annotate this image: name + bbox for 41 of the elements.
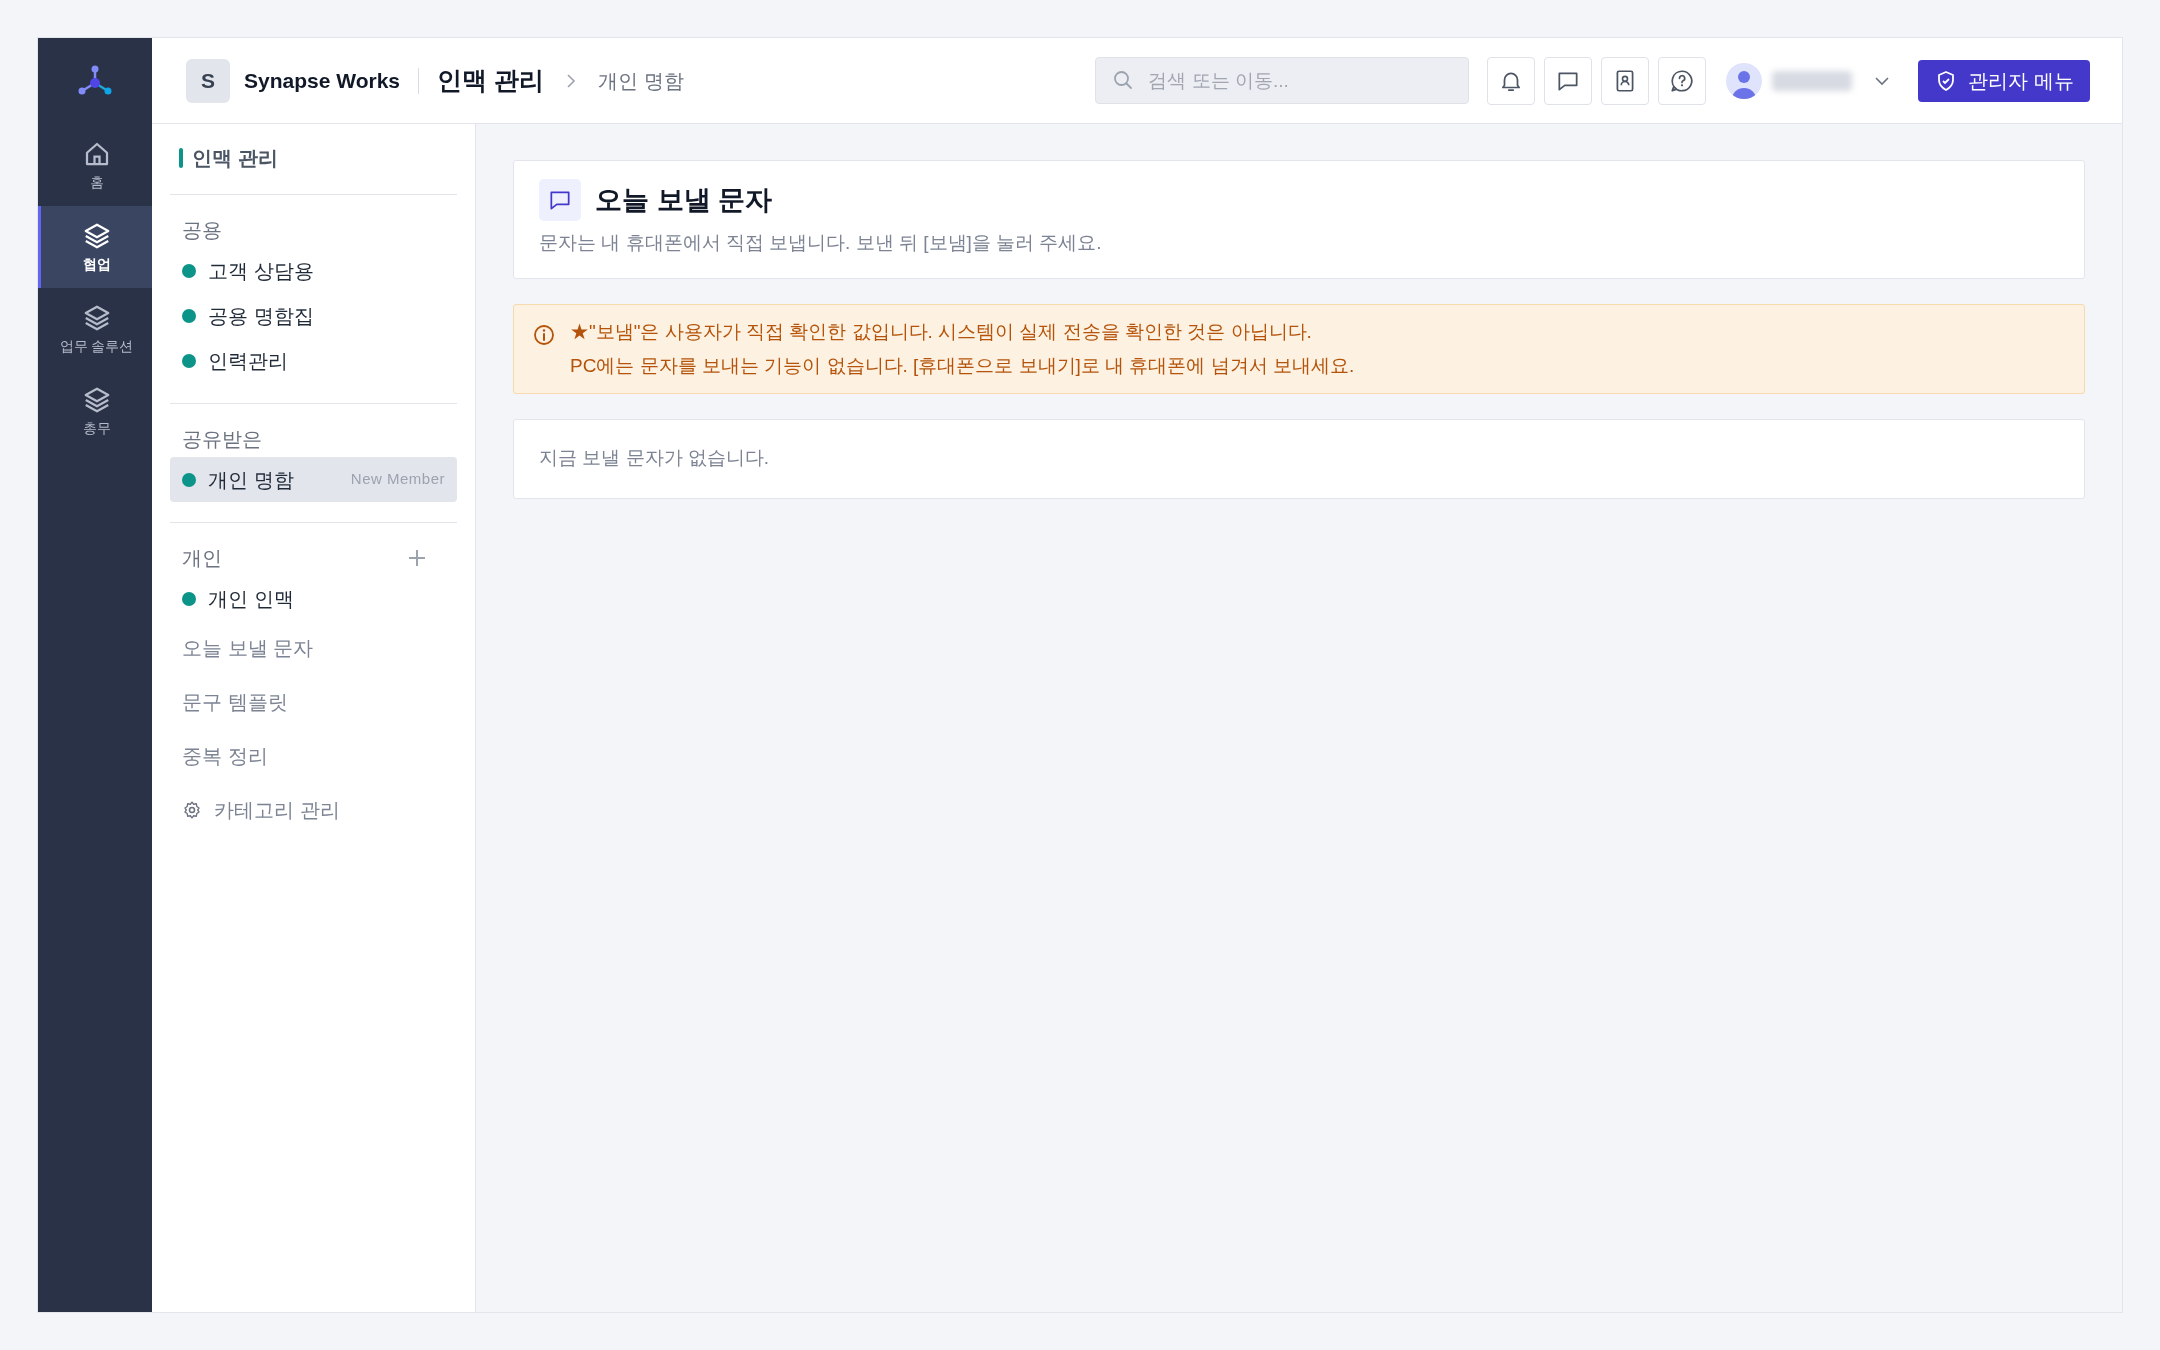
section-label: 개인	[182, 546, 222, 571]
empty-message: 지금 보낼 문자가 없습니다.	[539, 446, 770, 471]
sidebar-item[interactable]: 개인 명함 New Member	[170, 457, 457, 502]
chevron-right-icon	[565, 72, 576, 89]
chat-bubble-button[interactable]	[1544, 56, 1593, 105]
search-field[interactable]: 검색 또는 이동...	[1095, 57, 1470, 104]
member-tag-label: New Member	[350, 469, 445, 490]
breadcrumb-link[interactable]: 개인 명함	[597, 65, 684, 96]
sidebar-item[interactable]: 공용 명함집	[170, 293, 457, 338]
logo-icon	[77, 65, 113, 97]
sidebar-item[interactable]: 문구 템플릿	[170, 675, 457, 729]
chevron-down-icon[interactable]	[1874, 75, 1891, 86]
bell-button[interactable]	[1487, 56, 1536, 105]
section-label: 공용	[182, 218, 222, 243]
sidebar-item[interactable]: 인력관리	[170, 338, 457, 383]
admin-menu-button[interactable]: 관리자 메뉴	[1918, 59, 2090, 102]
sidebar-item[interactable]: 오늘 보낼 문자	[170, 621, 457, 675]
sidebar-item[interactable]: 카테고리 관리	[170, 783, 457, 837]
gear-icon	[182, 800, 202, 820]
help-icon	[1669, 67, 1696, 94]
rail-item[interactable]: 총무	[38, 370, 152, 452]
card-subtitle: 문자는 내 휴대폰에서 직접 보냅니다. 보낸 뒤 [보냄]을 눌러 주세요.	[539, 231, 1103, 255]
sidebar-title: 인맥 관리	[192, 146, 278, 171]
contact-book-button[interactable]	[1601, 56, 1650, 105]
info-icon	[532, 322, 556, 347]
help-button[interactable]	[1658, 56, 1707, 105]
sidebar-item[interactable]: 개인 인맥	[170, 576, 457, 621]
page-title: 인맥 관리	[437, 64, 544, 96]
section-label: 공유받은	[182, 427, 262, 452]
card-title: 오늘 보낼 문자	[595, 183, 772, 217]
rail-item[interactable]: 업무 솔루션	[38, 288, 152, 370]
sidebar-item[interactable]: 고객 상담용	[170, 248, 457, 293]
user-avatar	[1726, 62, 1763, 99]
notice-text: PC에는 문자를 보내는 기능이 없습니다. [휴대폰으로 보내기]로 내 휴대폰에 넘겨서 보내세요.	[570, 353, 1355, 378]
sidebar-item[interactable]: 중복 정리	[170, 729, 457, 783]
rail-item[interactable]: 협업	[38, 206, 152, 288]
notice-text: ★"보냄"은 사용자가 직접 확인한 값입니다. 시스템이 실제 전송을 확인한 것은 아닙니다.	[570, 319, 1313, 344]
chat-bubble-icon	[539, 179, 581, 221]
rail-item[interactable]: 홈	[38, 124, 152, 206]
workspace-name: Synapse Works	[244, 67, 400, 94]
workspace-avatar: S	[186, 58, 230, 103]
